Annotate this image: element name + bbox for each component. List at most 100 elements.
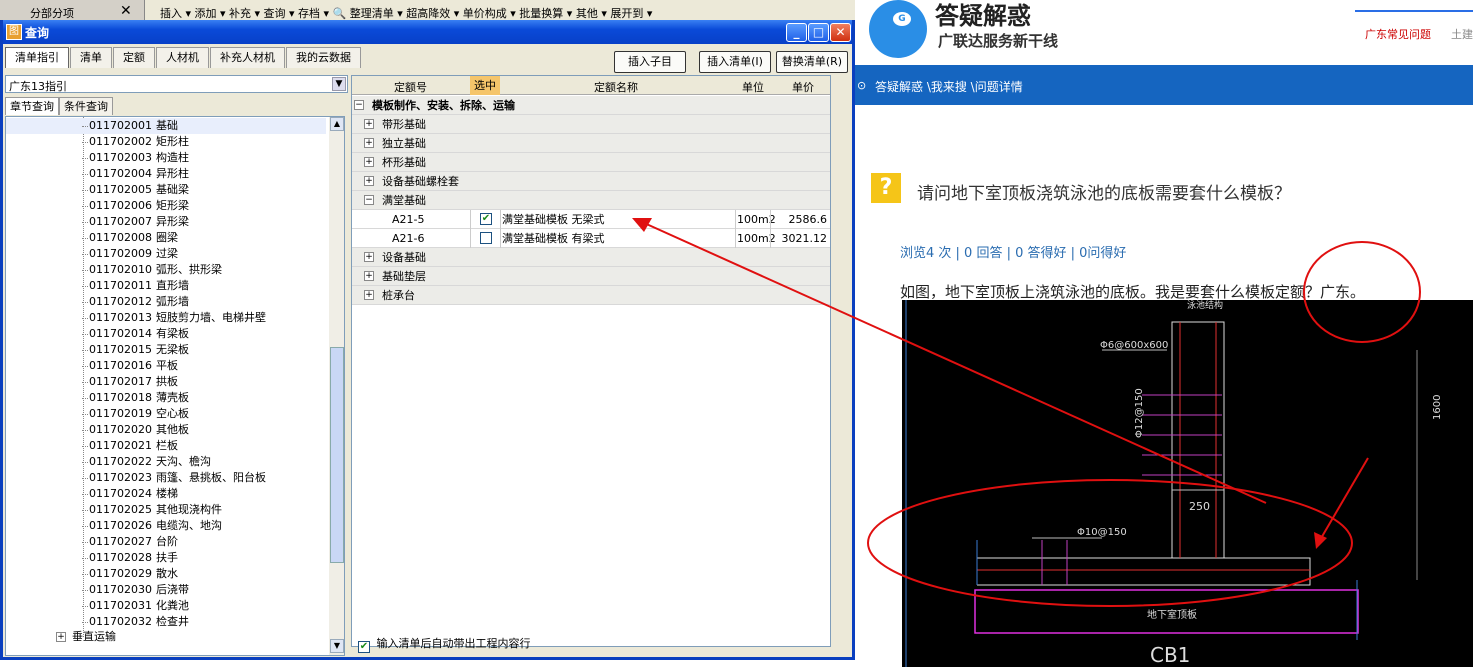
- faq-link[interactable]: 广东常见问题: [1365, 26, 1431, 42]
- insert-child-button[interactable]: 插入子目: [614, 51, 686, 73]
- category-root-row[interactable]: − 模板制作、安装、拆除、运输: [352, 96, 830, 115]
- cad-label-rebar1: Φ6@600x600: [1100, 340, 1168, 351]
- tree-node-name: 弧形墙: [156, 295, 189, 308]
- tree-node[interactable]: 011702016 平板: [6, 358, 326, 374]
- tab-4[interactable]: 补充人材机: [210, 47, 285, 68]
- tree-node-name: 空心板: [156, 407, 189, 420]
- tree-node[interactable]: 011702013 短肢剪力墙、电梯井壁: [6, 310, 326, 326]
- tree-node[interactable]: 011702018 薄壳板: [6, 390, 326, 406]
- category-link[interactable]: 土建: [1451, 26, 1473, 42]
- auto-content-checkbox[interactable]: ✔: [358, 641, 370, 653]
- select-checkbox[interactable]: ✔: [480, 213, 492, 225]
- expand-icon[interactable]: +: [364, 290, 374, 300]
- tree-node[interactable]: 011702021 栏板: [6, 438, 326, 454]
- tree-node[interactable]: 011702023 雨篷、悬挑板、阳台板: [6, 470, 326, 486]
- cad-label-top: 泳池结构: [1187, 300, 1223, 311]
- tree-node[interactable]: 011702020 其他板: [6, 422, 326, 438]
- tree-node[interactable]: 011702009 过梁: [6, 246, 326, 262]
- subtab-1[interactable]: 条件查询: [59, 97, 113, 115]
- category-row[interactable]: + 杯形基础: [352, 153, 830, 172]
- tab-0[interactable]: 清单指引: [5, 47, 69, 68]
- tree-node-code: 011702001: [89, 119, 152, 132]
- tree-node[interactable]: 011702031 化粪池: [6, 598, 326, 614]
- tree-node[interactable]: 011702032 检查井: [6, 614, 326, 630]
- expand-icon[interactable]: −: [364, 195, 374, 205]
- tree-node[interactable]: 011702025 其他现浇构件: [6, 502, 326, 518]
- category-row[interactable]: + 设备基础: [352, 248, 830, 267]
- minimize-button[interactable]: _: [786, 23, 807, 42]
- dialog-titlebar[interactable]: 图 查询 _ □ ✕: [3, 20, 852, 44]
- scroll-thumb[interactable]: [330, 347, 344, 563]
- tree-node-code: 011702032: [89, 615, 152, 628]
- tree-node[interactable]: 011702011 直形墙: [6, 278, 326, 294]
- tree-node[interactable]: 011702006 矩形梁: [6, 198, 326, 214]
- tree-node[interactable]: 011702004 异形柱: [6, 166, 326, 182]
- close-button[interactable]: ✕: [830, 23, 851, 42]
- category-row[interactable]: + 桩承台: [352, 286, 830, 305]
- replace-bill-button[interactable]: 替换清单(R): [776, 51, 848, 73]
- insert-bill-button[interactable]: 插入清单(I): [699, 51, 771, 73]
- guide-select[interactable]: 广东13指引 ▼: [5, 75, 348, 93]
- tree-node[interactable]: 011702019 空心板: [6, 406, 326, 422]
- category-row[interactable]: + 设备基础螺栓套: [352, 172, 830, 191]
- tree-node[interactable]: 011702029 散水: [6, 566, 326, 582]
- expand-icon[interactable]: +: [364, 119, 374, 129]
- tree-node[interactable]: 011702030 后浇带: [6, 582, 326, 598]
- expand-icon[interactable]: +: [364, 252, 374, 262]
- tree-node[interactable]: 011702024 楼梯: [6, 486, 326, 502]
- category-row[interactable]: + 带形基础: [352, 115, 830, 134]
- tree-node[interactable]: 011702012 弧形墙: [6, 294, 326, 310]
- close-icon[interactable]: ✕: [120, 3, 132, 19]
- expand-icon[interactable]: +: [364, 176, 374, 186]
- tree-node[interactable]: 011702005 基础梁: [6, 182, 326, 198]
- tab-3[interactable]: 人材机: [156, 47, 209, 68]
- quota-row[interactable]: A21-5 ✔ 满堂基础模板 无梁式 100m2 2586.6: [352, 210, 830, 229]
- maximize-button[interactable]: □: [808, 23, 829, 42]
- background-menu[interactable]: 插入 ▾ 添加 ▾ 补充 ▾ 查询 ▾ 存档 ▾ 🔍 整理清单 ▾ 超高降效 ▾…: [160, 5, 652, 21]
- tab-5[interactable]: 我的云数据: [286, 47, 361, 68]
- tree-node[interactable]: 011702001 基础: [6, 118, 326, 134]
- tree-node-name: 扶手: [156, 551, 178, 564]
- tree-node-vertical-transport[interactable]: + 垂直运输: [6, 629, 326, 645]
- cell-divider: [735, 229, 736, 248]
- expand-icon[interactable]: +: [56, 632, 66, 642]
- select-checkbox[interactable]: [480, 232, 492, 244]
- tab-2[interactable]: 定额: [113, 47, 155, 68]
- expand-icon[interactable]: +: [364, 157, 374, 167]
- tree-node[interactable]: 011702010 弧形、拱形梁: [6, 262, 326, 278]
- tree-node[interactable]: 011702022 天沟、檐沟: [6, 454, 326, 470]
- category-row[interactable]: + 基础垫层: [352, 267, 830, 286]
- category-row[interactable]: + 独立基础: [352, 134, 830, 153]
- tree-node[interactable]: 011702027 台阶: [6, 534, 326, 550]
- tree-connector: [82, 254, 88, 255]
- tree-node-name: 其他板: [156, 423, 189, 436]
- expand-icon[interactable]: +: [364, 138, 374, 148]
- tree-node[interactable]: 011702017 拱板: [6, 374, 326, 390]
- tree-node[interactable]: 011702014 有梁板: [6, 326, 326, 342]
- quota-row[interactable]: A21-6 满堂基础模板 有梁式 100m2 3021.12: [352, 229, 830, 248]
- cad-label-dim250: 250: [1189, 500, 1210, 513]
- subtab-0[interactable]: 章节查询: [5, 97, 59, 115]
- tree-node[interactable]: 011702026 电缆沟、地沟: [6, 518, 326, 534]
- breadcrumb[interactable]: 答疑解惑 \我来搜 \问题详情: [875, 78, 1023, 95]
- tree-node[interactable]: 011702007 异形梁: [6, 214, 326, 230]
- auto-content-option[interactable]: ✔ 输入清单后自动带出工程内容行: [358, 635, 531, 653]
- breadcrumb-bar: ⊙ 答疑解惑 \我来搜 \问题详情: [855, 65, 1473, 105]
- tree-node[interactable]: 011702008 圈梁: [6, 230, 326, 246]
- chevron-down-icon[interactable]: ▼: [332, 77, 346, 91]
- scroll-down-icon[interactable]: ▼: [330, 639, 344, 653]
- tab-1[interactable]: 清单: [70, 47, 112, 68]
- header-accent-line: [1355, 10, 1473, 12]
- tree-node[interactable]: 011702015 无梁板: [6, 342, 326, 358]
- expand-icon[interactable]: −: [354, 100, 364, 110]
- tree-node[interactable]: 011702028 扶手: [6, 550, 326, 566]
- tree-node-name: 直形墙: [156, 279, 189, 292]
- tree-node[interactable]: 011702002 矩形柱: [6, 134, 326, 150]
- background-tab[interactable]: 分部分项 ✕: [0, 0, 145, 22]
- tree-node[interactable]: 011702003 构造柱: [6, 150, 326, 166]
- category-row[interactable]: − 满堂基础: [352, 191, 830, 210]
- tree-connector: [82, 222, 88, 223]
- expand-icon[interactable]: +: [364, 271, 374, 281]
- scroll-up-icon[interactable]: ▲: [330, 117, 344, 131]
- tree-scrollbar[interactable]: ▲ ▼: [329, 117, 344, 655]
